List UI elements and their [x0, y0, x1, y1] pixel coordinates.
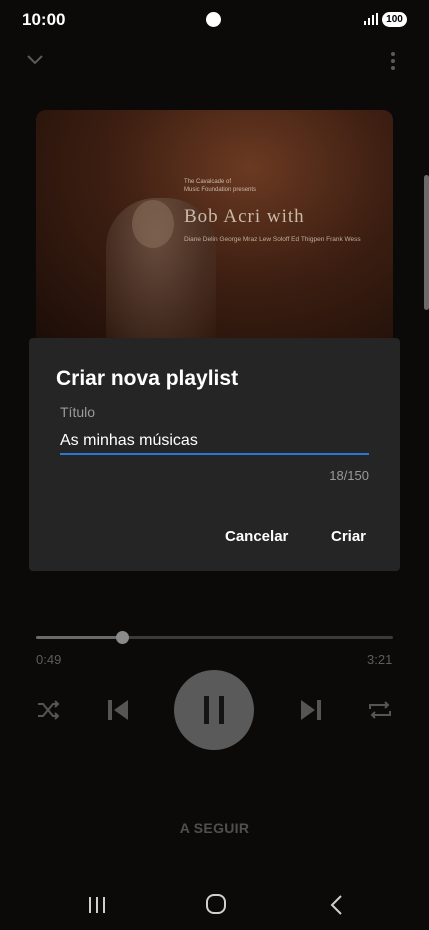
- create-playlist-dialog: Criar nova playlist Título 18/150 Cancel…: [29, 338, 400, 571]
- input-underline: [60, 453, 369, 455]
- playlist-title-input[interactable]: [60, 427, 369, 455]
- home-icon[interactable]: [205, 893, 227, 915]
- character-counter: 18/150: [329, 468, 369, 483]
- pause-button[interactable]: [174, 670, 254, 750]
- album-art-head: [132, 200, 174, 248]
- seek-bar[interactable]: [36, 631, 393, 644]
- seek-bar-fill: [36, 636, 122, 639]
- album-art-presenter-line1: The Cavalcade of: [184, 179, 232, 185]
- repeat-icon[interactable]: [367, 699, 393, 721]
- total-time: 3:21: [367, 652, 393, 667]
- more-vert-icon[interactable]: [389, 51, 397, 71]
- current-time: 0:49: [36, 652, 62, 667]
- skip-previous-icon[interactable]: [106, 698, 130, 722]
- battery-icon: 100: [382, 12, 407, 27]
- recents-icon[interactable]: [87, 895, 107, 915]
- shuffle-icon[interactable]: [36, 699, 62, 721]
- back-icon[interactable]: [328, 894, 346, 916]
- title-field-label: Título: [60, 404, 96, 420]
- status-time: 10:00: [22, 10, 66, 29]
- create-button[interactable]: Criar: [331, 528, 366, 545]
- seek-bar-thumb[interactable]: [115, 631, 129, 644]
- chevron-down-icon[interactable]: [26, 52, 44, 66]
- album-art: The Cavalcade of Music Foundation presen…: [36, 110, 393, 342]
- skip-next-icon[interactable]: [299, 698, 323, 722]
- album-art-presenter-line2: Music Foundation presents: [184, 187, 257, 193]
- album-art-musicians: Diane Delin George Mraz Lew Soloff Ed Th…: [184, 236, 361, 243]
- pause-icon: [204, 696, 224, 724]
- album-art-artist: Bob Acri with: [184, 206, 305, 227]
- dialog-title: Criar nova playlist: [56, 367, 239, 390]
- side-panel-handle[interactable]: [424, 175, 429, 310]
- up-next-label[interactable]: A SEGUIR: [0, 820, 429, 836]
- cancel-button[interactable]: Cancelar: [225, 528, 288, 545]
- camera-dot-icon: [206, 12, 221, 27]
- status-bar: 10:00 100: [0, 0, 429, 40]
- signal-icon: [364, 13, 378, 25]
- album-art-presenter: The Cavalcade of Music Foundation presen…: [184, 178, 256, 194]
